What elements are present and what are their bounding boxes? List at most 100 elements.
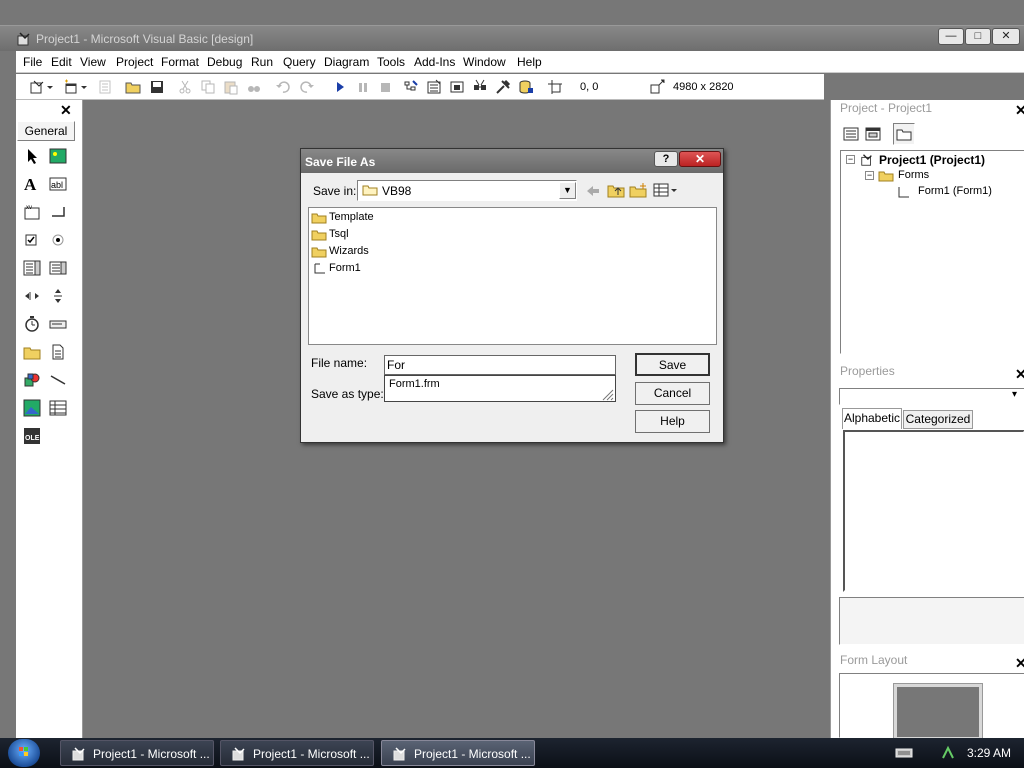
chevron-down-icon[interactable]: ▾	[1012, 389, 1017, 400]
stop-icon[interactable]	[376, 78, 394, 96]
optionbutton-tool-icon[interactable]	[47, 229, 69, 251]
network-icon[interactable]	[940, 745, 956, 761]
toolbox-icon[interactable]	[494, 78, 512, 96]
menu-help[interactable]: Help	[517, 55, 542, 69]
start-icon[interactable]	[331, 78, 349, 96]
minimize-button[interactable]: —	[938, 28, 964, 45]
view-code-icon[interactable]	[843, 126, 859, 142]
menu-editor-icon[interactable]	[96, 78, 114, 96]
pointer-tool-icon[interactable]	[21, 145, 43, 167]
redo-icon[interactable]	[298, 78, 316, 96]
view-menu-icon[interactable]	[653, 182, 679, 198]
project-pane-close-icon[interactable]: ✕	[1015, 102, 1024, 119]
dialog-close-button[interactable]: ✕	[679, 151, 721, 167]
clock[interactable]: 3:29 AM	[967, 746, 1011, 760]
data-tool-icon[interactable]	[47, 397, 69, 419]
chevron-down-icon[interactable]	[80, 78, 88, 96]
menu-tools[interactable]: Tools	[377, 55, 405, 69]
ole-tool-icon[interactable]: OLE	[21, 425, 43, 447]
chevron-down-icon[interactable]	[46, 78, 54, 96]
menu-run[interactable]: Run	[251, 55, 273, 69]
cut-icon[interactable]	[176, 78, 194, 96]
menu-window[interactable]: Window	[463, 55, 506, 69]
chevron-down-icon[interactable]: ▼	[559, 182, 576, 199]
form-layout-icon[interactable]	[448, 78, 466, 96]
properties-object-select[interactable]: ▾	[839, 388, 1024, 405]
new-folder-icon[interactable]	[629, 182, 647, 198]
add-form-icon[interactable]	[62, 78, 80, 96]
hscrollbar-tool-icon[interactable]	[21, 285, 43, 307]
tree-forms-folder[interactable]: Forms	[898, 169, 929, 181]
cancel-button[interactable]: Cancel	[635, 382, 710, 405]
label-tool-icon[interactable]: A	[21, 173, 43, 195]
properties-grid[interactable]	[843, 430, 1024, 592]
maximize-button[interactable]: □	[965, 28, 991, 45]
combobox-tool-icon[interactable]	[21, 257, 43, 279]
keyboard-icon[interactable]	[895, 747, 913, 759]
open-folder-icon[interactable]	[124, 78, 142, 96]
vscrollbar-tool-icon[interactable]	[47, 285, 69, 307]
dialog-help-button[interactable]: ?	[654, 151, 678, 167]
save-icon[interactable]	[148, 78, 166, 96]
copy-icon[interactable]	[199, 78, 217, 96]
close-window-button[interactable]: ✕	[992, 28, 1020, 45]
menu-edit[interactable]: Edit	[51, 55, 72, 69]
tree-collapse-icon[interactable]: −	[865, 171, 874, 180]
autocomplete-item[interactable]: Form1.frm	[389, 378, 440, 390]
picturebox-tool-icon[interactable]	[47, 145, 69, 167]
timer-tool-icon[interactable]	[21, 313, 43, 335]
textbox-tool-icon[interactable]: abl	[47, 173, 69, 195]
form-layout-screen[interactable]	[893, 683, 983, 741]
file-list[interactable]: Template Tsql Wizards Form1	[308, 207, 717, 345]
find-icon[interactable]	[245, 78, 263, 96]
data-view-icon[interactable]	[517, 78, 535, 96]
tree-project-node[interactable]: Project1 (Project1)	[879, 153, 985, 167]
menu-view[interactable]: View	[80, 55, 106, 69]
resize-grip-icon[interactable]	[601, 388, 614, 401]
menu-file[interactable]: File	[23, 55, 42, 69]
pause-icon[interactable]	[354, 78, 372, 96]
taskbar-item[interactable]: Project1 - Microsoft ...	[220, 740, 374, 766]
view-object-icon[interactable]	[865, 126, 881, 142]
menu-add-ins[interactable]: Add-Ins	[414, 55, 455, 69]
menu-query[interactable]: Query	[283, 55, 316, 69]
commandbutton-tool-icon[interactable]	[47, 201, 69, 223]
properties-window-icon[interactable]	[425, 78, 443, 96]
tree-collapse-icon[interactable]: −	[846, 155, 855, 164]
checkbox-tool-icon[interactable]	[21, 229, 43, 251]
toggle-folders-icon[interactable]	[893, 123, 915, 145]
line-tool-icon[interactable]	[47, 369, 69, 391]
add-project-icon[interactable]	[28, 78, 46, 96]
toolbox-close-icon[interactable]: ✕	[60, 102, 72, 119]
paste-icon[interactable]	[222, 78, 240, 96]
up-folder-icon[interactable]	[607, 182, 625, 198]
project-explorer-icon[interactable]	[402, 78, 420, 96]
drivelistbox-tool-icon[interactable]	[47, 313, 69, 335]
tab-alphabetic[interactable]: Alphabetic	[842, 408, 902, 429]
menu-project[interactable]: Project	[116, 55, 153, 69]
dirlistbox-tool-icon[interactable]	[21, 341, 43, 363]
save-button[interactable]: Save	[635, 353, 710, 376]
object-browser-icon[interactable]	[471, 78, 489, 96]
menu-format[interactable]: Format	[161, 55, 199, 69]
shape-tool-icon[interactable]	[21, 369, 43, 391]
filelistbox-tool-icon[interactable]	[47, 341, 69, 363]
image-tool-icon[interactable]	[21, 397, 43, 419]
file-name-input[interactable]	[384, 355, 616, 375]
save-in-combobox[interactable]: VB98 ▼	[357, 180, 577, 201]
listbox-tool-icon[interactable]	[47, 257, 69, 279]
menu-diagram[interactable]: Diagram	[324, 55, 369, 69]
form-layout-close-icon[interactable]: ✕	[1015, 655, 1024, 672]
taskbar-item-active[interactable]: Project1 - Microsoft ...	[381, 740, 535, 766]
back-arrow-icon[interactable]	[585, 183, 601, 199]
start-button[interactable]	[8, 739, 40, 767]
properties-pane-close-icon[interactable]: ✕	[1015, 366, 1024, 383]
toolbox-tab-general[interactable]: General	[17, 121, 75, 141]
taskbar-item[interactable]: Project1 - Microsoft ...	[60, 740, 214, 766]
help-button[interactable]: Help	[635, 410, 710, 433]
undo-icon[interactable]	[274, 78, 292, 96]
tree-form1-item[interactable]: Form1 (Form1)	[918, 185, 992, 197]
menu-debug[interactable]: Debug	[207, 55, 242, 69]
tab-categorized[interactable]: Categorized	[903, 410, 973, 429]
frame-tool-icon[interactable]: xv	[21, 201, 43, 223]
